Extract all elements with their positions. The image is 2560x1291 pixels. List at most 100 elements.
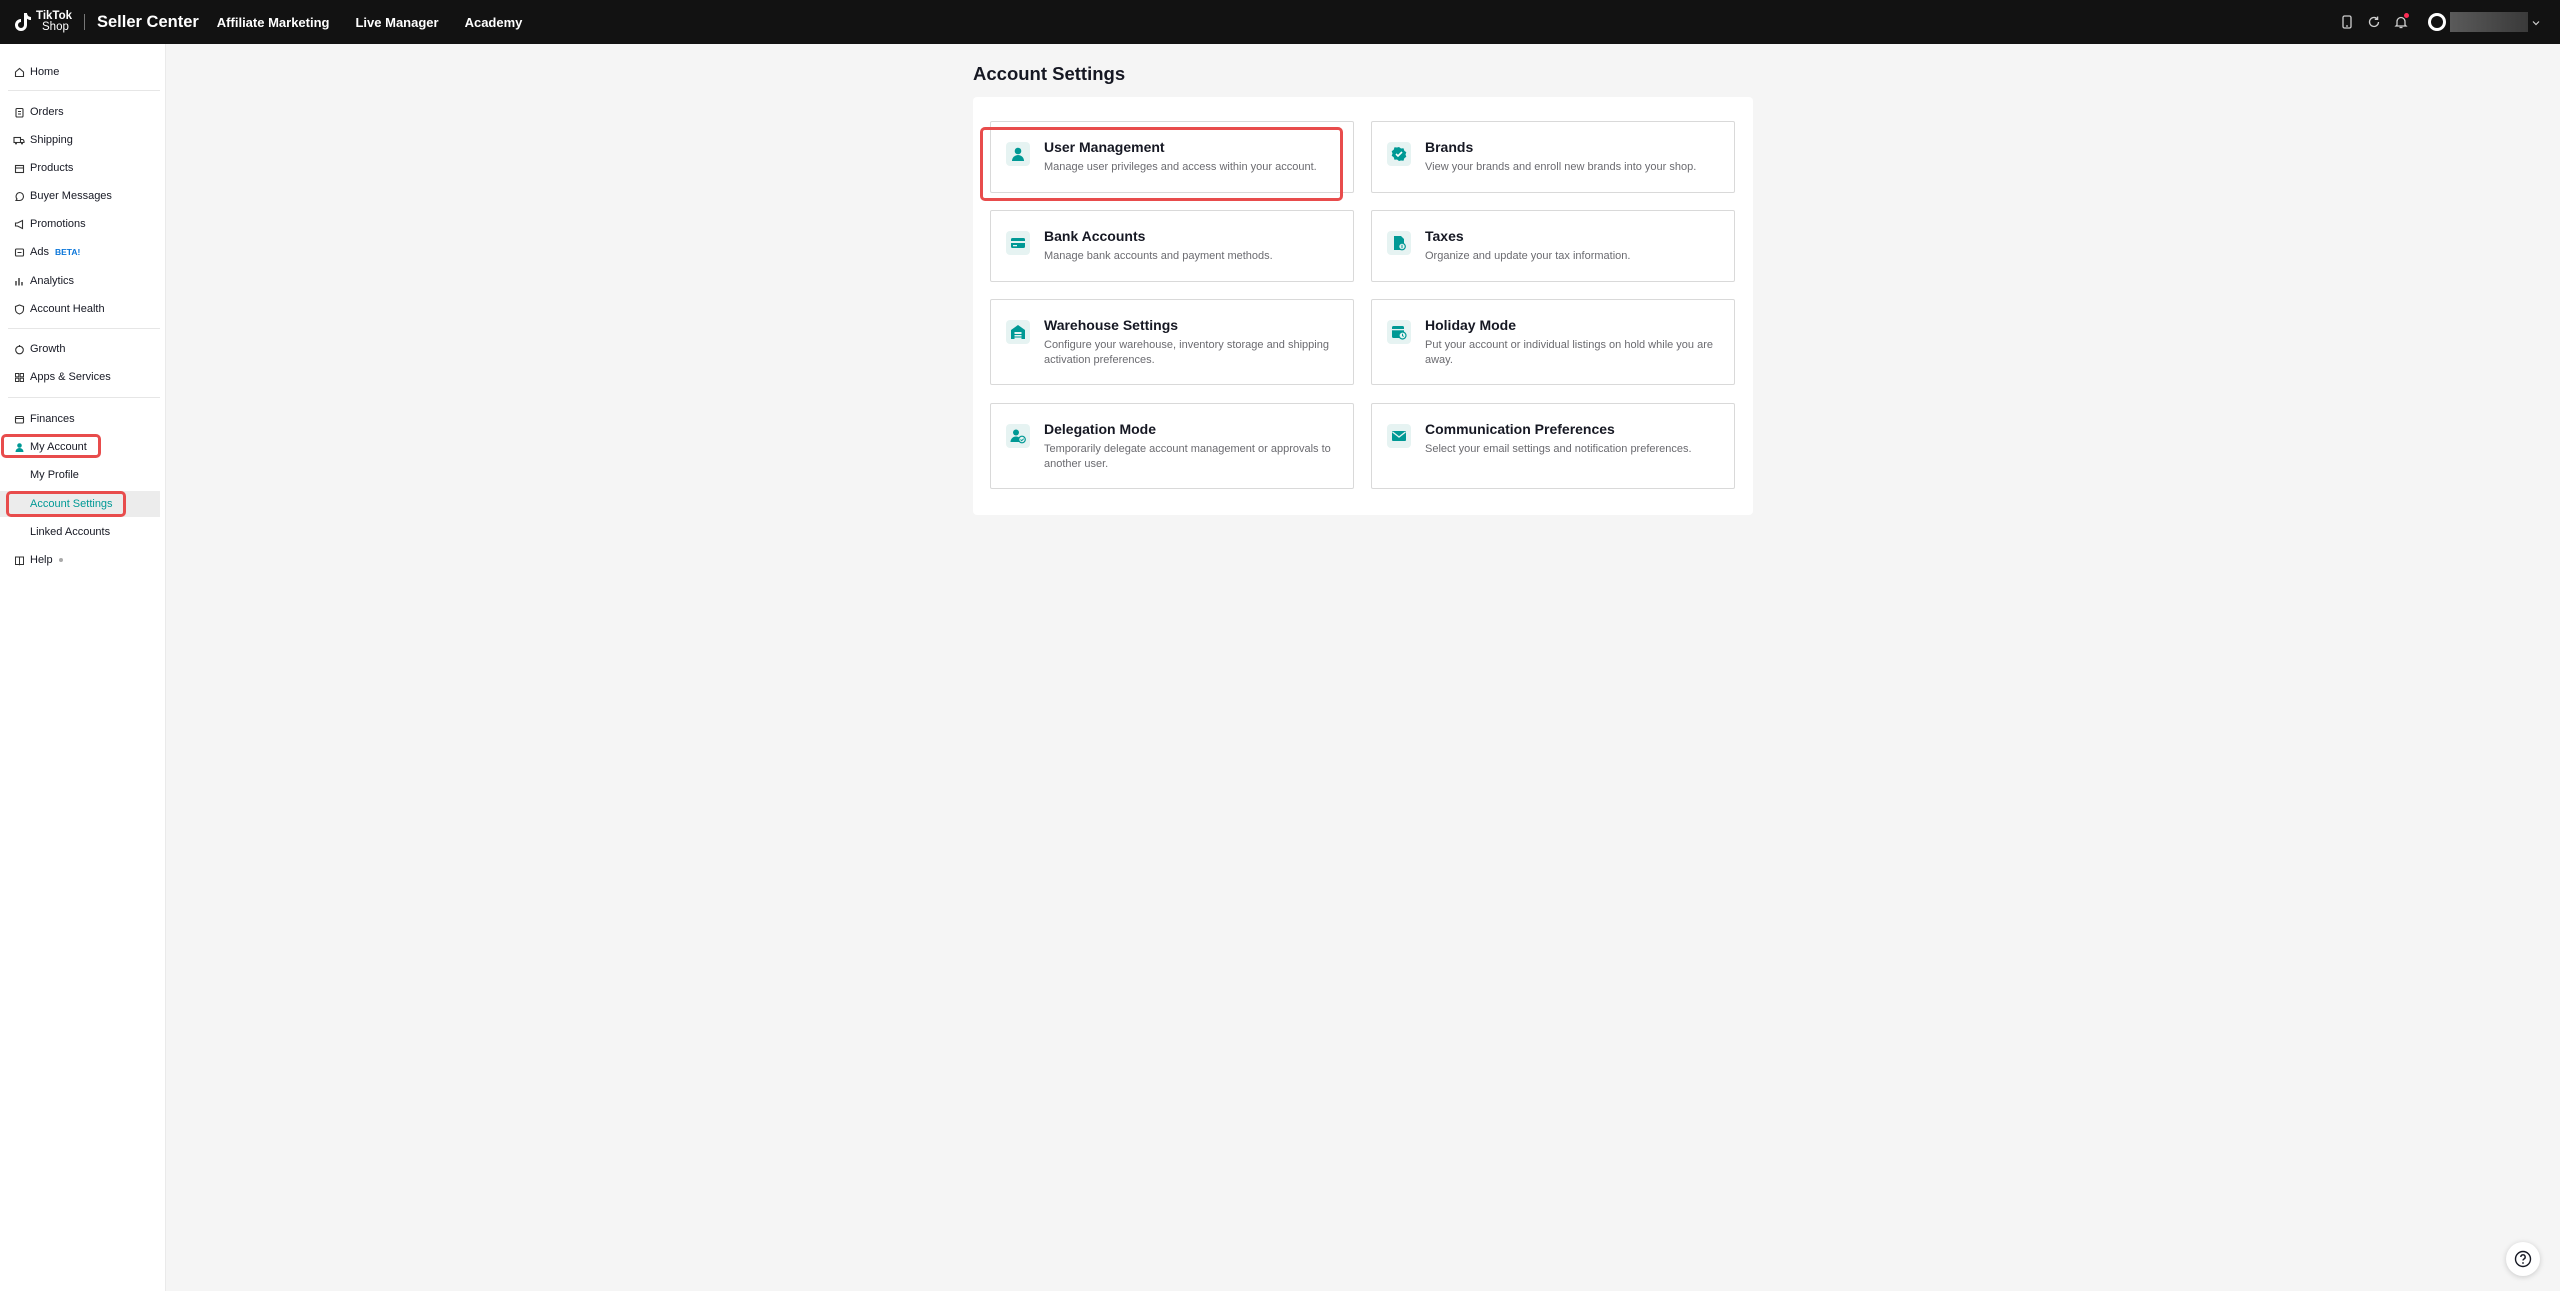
sidebar-divider	[8, 90, 160, 91]
card-description: Manage bank accounts and payment methods…	[1044, 250, 1273, 262]
refresh-icon[interactable]	[2361, 9, 2387, 35]
card-title: Brands	[1425, 139, 1474, 155]
tiktok-logo-icon	[12, 9, 34, 35]
holiday-calendar-icon	[1387, 320, 1411, 344]
card-brands[interactable]: Brands View your brands and enroll new b…	[1371, 121, 1735, 193]
sidebar-item-label: Ads	[30, 246, 49, 258]
user-icon	[13, 441, 25, 453]
sidebar-item-apps-services[interactable]: Apps & Services	[0, 364, 160, 390]
card-bank-accounts[interactable]: Bank Accounts Manage bank accounts and p…	[990, 210, 1354, 282]
apps-icon	[13, 371, 25, 383]
tax-document-icon	[1387, 231, 1411, 255]
avatar[interactable]	[2428, 13, 2446, 31]
app-title[interactable]: Seller Center	[97, 13, 199, 32]
sidebar-item-label: Home	[30, 66, 60, 78]
sidebar-item-analytics[interactable]: Analytics	[0, 268, 160, 294]
sidebar-item-finances[interactable]: Finances	[0, 406, 160, 432]
sidebar-item-label: Account Health	[30, 303, 105, 315]
sidebar-item-label: Linked Accounts	[30, 526, 111, 538]
sidebar-item-label: Orders	[30, 106, 64, 118]
envelope-icon	[1387, 424, 1411, 448]
logo-divider	[84, 14, 85, 30]
sidebar-item-products[interactable]: Products	[0, 155, 160, 181]
card-title: Warehouse Settings	[1044, 317, 1179, 333]
chat-icon	[13, 190, 25, 202]
top-right-controls	[2333, 0, 2560, 44]
card-communication-preferences[interactable]: Communication Preferences Select your em…	[1371, 403, 1735, 489]
sidebar-item-label: Help	[30, 554, 53, 566]
sidebar-item-label: Promotions	[30, 218, 86, 230]
card-description: Select your email settings and notificat…	[1425, 443, 1692, 455]
card-warehouse-settings[interactable]: Warehouse Settings Configure your wareho…	[990, 299, 1354, 385]
sidebar: Home Orders Shipping Products Buyer Mess…	[0, 44, 166, 1291]
question-circle-icon	[2514, 1250, 2532, 1268]
warehouse-icon	[1006, 320, 1030, 344]
card-title: User Management	[1044, 139, 1165, 155]
sidebar-item-label: Analytics	[30, 275, 75, 287]
growth-icon	[13, 343, 25, 355]
sidebar-item-label: Products	[30, 162, 74, 174]
sidebar-item-account-settings[interactable]: Account Settings	[0, 491, 160, 517]
mobile-icon[interactable]	[2334, 9, 2360, 35]
delegate-user-icon	[1006, 424, 1030, 448]
truck-icon	[13, 134, 25, 146]
help-float-button[interactable]	[2506, 1242, 2540, 1276]
card-title: Delegation Mode	[1044, 421, 1157, 437]
sidebar-divider	[8, 397, 160, 398]
sidebar-item-orders[interactable]: Orders	[0, 99, 160, 125]
sidebar-item-label: Buyer Messages	[30, 190, 112, 202]
sidebar-item-linked-accounts[interactable]: Linked Accounts	[0, 519, 160, 545]
sidebar-item-label: My Profile	[30, 469, 79, 481]
notification-bell-icon[interactable]	[2388, 9, 2414, 35]
topnav-live-manager[interactable]: Live Manager	[355, 15, 438, 30]
card-delegation-mode[interactable]: Delegation Mode Temporarily delegate acc…	[990, 403, 1354, 489]
page-title: Account Settings	[973, 63, 1126, 84]
sidebar-item-promotions[interactable]: Promotions	[0, 211, 160, 237]
card-description: Manage user privileges and access within…	[1044, 161, 1317, 173]
sidebar-item-growth[interactable]: Growth	[0, 336, 160, 362]
credit-card-icon	[1006, 231, 1030, 255]
clipboard-icon	[13, 106, 25, 118]
card-description: Put your account or individual listings …	[1425, 339, 1713, 366]
card-description: Temporarily delegate account management …	[1044, 443, 1331, 470]
card-description: View your brands and enroll new brands i…	[1425, 161, 1697, 173]
topnav-affiliate-marketing[interactable]: Affiliate Marketing	[217, 15, 330, 30]
sidebar-divider	[8, 328, 160, 329]
user-icon	[1006, 142, 1030, 166]
sidebar-item-label: My Account	[30, 441, 87, 453]
ads-icon	[13, 246, 25, 258]
sidebar-item-label: Account Settings	[30, 498, 113, 510]
sidebar-item-home[interactable]: Home	[0, 59, 160, 85]
megaphone-icon	[13, 218, 25, 230]
sidebar-item-buyer-messages[interactable]: Buyer Messages	[0, 183, 160, 209]
sidebar-item-label: Finances	[30, 413, 75, 425]
tiktok-shop-logo[interactable]: TikTok Shop	[12, 0, 72, 44]
notification-dot	[2404, 13, 2409, 18]
wallet-icon	[13, 413, 25, 425]
sidebar-item-label: Shipping	[30, 134, 73, 146]
logo-text-shop: Shop	[42, 21, 69, 33]
home-icon	[13, 66, 25, 78]
sidebar-item-my-account[interactable]: My Account	[0, 434, 160, 460]
sidebar-item-account-health[interactable]: Account Health	[0, 296, 160, 322]
card-description: Configure your warehouse, inventory stor…	[1044, 339, 1329, 366]
card-user-management[interactable]: User Management Manage user privileges a…	[990, 121, 1354, 193]
sidebar-item-ads[interactable]: Ads BETA!	[0, 239, 160, 265]
redacted-username	[2450, 12, 2528, 32]
verified-badge-icon	[1387, 142, 1411, 166]
chevron-down-icon[interactable]	[2532, 13, 2540, 31]
topnav-academy[interactable]: Academy	[465, 15, 523, 30]
shield-icon	[13, 303, 25, 315]
book-icon	[13, 554, 25, 566]
sidebar-item-help[interactable]: Help	[0, 547, 160, 573]
card-title: Bank Accounts	[1044, 228, 1146, 244]
sidebar-item-label: Apps & Services	[30, 371, 111, 383]
card-title: Taxes	[1425, 228, 1464, 244]
card-holiday-mode[interactable]: Holiday Mode Put your account or individ…	[1371, 299, 1735, 385]
sidebar-item-shipping[interactable]: Shipping	[0, 127, 160, 153]
sidebar-item-my-profile[interactable]: My Profile	[0, 462, 160, 488]
card-taxes[interactable]: Taxes Organize and update your tax infor…	[1371, 210, 1735, 282]
help-indicator-dot	[58, 558, 63, 562]
card-description: Organize and update your tax information…	[1425, 250, 1631, 262]
beta-badge: BETA!	[54, 247, 81, 257]
